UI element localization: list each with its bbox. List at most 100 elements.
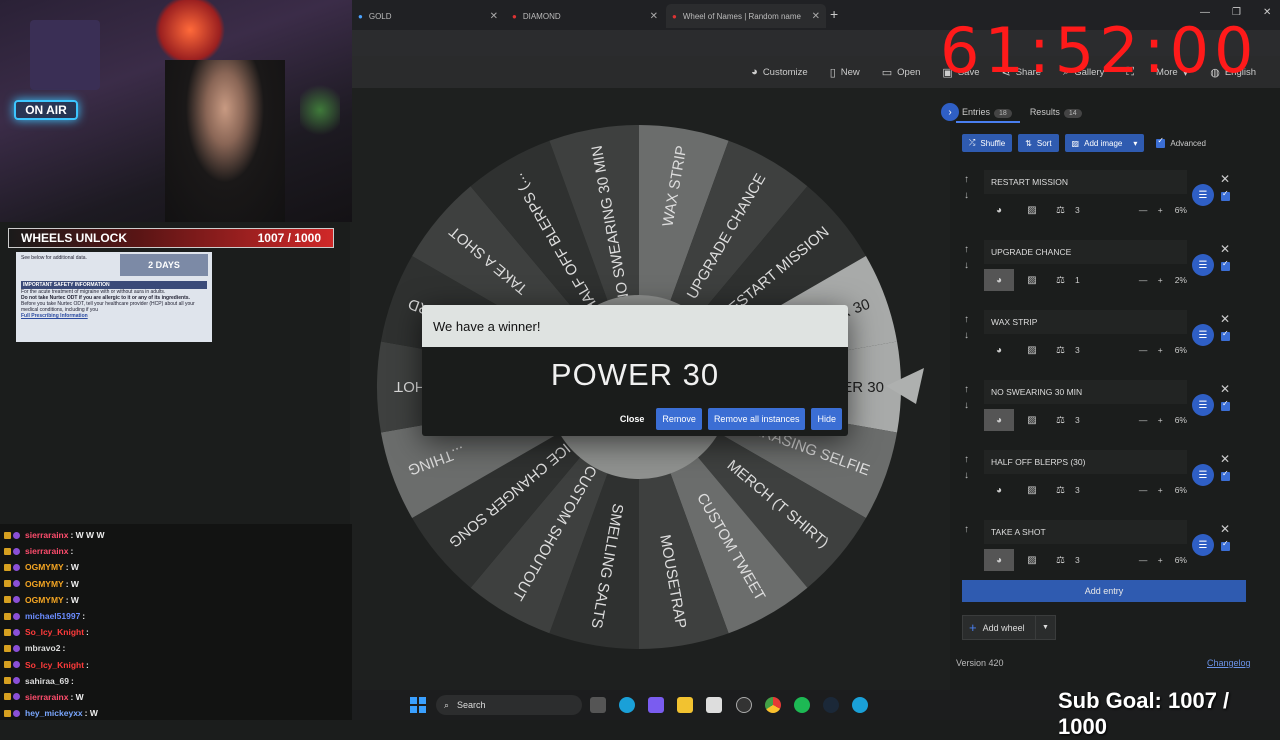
entry-weight[interactable]: 3 xyxy=(1075,485,1080,495)
entry-enabled-checkbox[interactable] xyxy=(1221,469,1230,481)
image-icon[interactable]: ▨ xyxy=(1022,205,1042,216)
changelog-link[interactable]: Changelog xyxy=(1207,658,1251,668)
close-icon[interactable]: ✕ xyxy=(1220,382,1230,396)
close-icon[interactable]: ✕ xyxy=(1220,522,1230,536)
browser-tab-diamond[interactable]: ● DIAMOND ✕ xyxy=(506,4,664,28)
palette-icon[interactable]: ◕ xyxy=(984,269,1014,291)
reorder-arrows-icon[interactable]: ↑ ↓ xyxy=(964,452,969,484)
new-tab-icon[interactable]: + xyxy=(830,6,838,22)
entry-settings-icon[interactable]: ☰ xyxy=(1192,394,1214,416)
entry-enabled-checkbox[interactable] xyxy=(1221,539,1230,551)
advanced-checkbox[interactable] xyxy=(1156,136,1166,148)
entry-weight[interactable]: 3 xyxy=(1075,415,1080,425)
chat-username[interactable]: OGMYMY xyxy=(25,562,64,572)
weight-stepper[interactable]: — + xyxy=(1139,205,1167,215)
entry-settings-icon[interactable]: ☰ xyxy=(1192,184,1214,206)
image-icon[interactable]: ▨ xyxy=(1022,275,1042,286)
reorder-arrows-icon[interactable]: ↑ ↓ xyxy=(964,172,969,204)
remove-all-button[interactable]: Remove all instances xyxy=(707,408,806,430)
chat-username[interactable]: So_Icy_Knight xyxy=(25,660,84,670)
entry-enabled-checkbox[interactable] xyxy=(1221,189,1230,201)
palette-icon[interactable]: ◕ xyxy=(984,479,1014,501)
file-explorer-icon[interactable] xyxy=(677,697,693,713)
palette-icon[interactable]: ◕ xyxy=(984,199,1014,221)
chat-username[interactable]: So_Icy_Knight xyxy=(25,627,84,637)
entry-name-input[interactable]: WAX STRIP xyxy=(984,310,1187,334)
entry-settings-icon[interactable]: ☰ xyxy=(1192,324,1214,346)
chat-username[interactable]: sierrarainx xyxy=(25,546,68,556)
palette-icon[interactable]: ◕ xyxy=(984,549,1014,571)
entry-weight[interactable]: 3 xyxy=(1075,345,1080,355)
entry-weight[interactable]: 1 xyxy=(1075,275,1080,285)
copilot-icon[interactable] xyxy=(648,697,664,713)
reorder-arrows-icon[interactable]: ↑ ↓ xyxy=(964,242,969,274)
close-icon[interactable]: ✕ xyxy=(650,11,658,22)
chat-username[interactable]: mbravo2 xyxy=(25,643,60,653)
entry-name-input[interactable]: RESTART MISSION xyxy=(984,170,1187,194)
ad-link[interactable]: Full Prescribing Information xyxy=(21,313,207,319)
weight-stepper[interactable]: — + xyxy=(1139,275,1167,285)
windows-start-icon[interactable] xyxy=(410,697,426,713)
chat-username[interactable]: OGMYMY xyxy=(25,579,64,589)
hide-button[interactable]: Hide xyxy=(811,408,842,430)
chat-username[interactable]: sierrarainx xyxy=(25,530,68,540)
close-window-icon[interactable]: ✕ xyxy=(1263,7,1271,18)
weight-stepper[interactable]: — + xyxy=(1139,345,1167,355)
entry-name-input[interactable]: UPGRADE CHANCE xyxy=(984,240,1187,264)
entry-weight[interactable]: 3 xyxy=(1075,555,1080,565)
sort-button[interactable]: ⇅ Sort xyxy=(1018,134,1059,152)
chat-username[interactable]: hey_mickeyxx xyxy=(25,708,83,718)
weight-stepper[interactable]: — + xyxy=(1139,415,1167,425)
store-icon[interactable] xyxy=(706,697,722,713)
tab-results[interactable]: Results 14 xyxy=(1030,107,1082,118)
advanced-toggle[interactable]: Advanced xyxy=(1156,136,1206,148)
entry-name-input[interactable]: HALF OFF BLERPS (30) xyxy=(984,450,1187,474)
steam-icon[interactable] xyxy=(823,697,839,713)
close-icon[interactable]: ✕ xyxy=(1220,312,1230,326)
image-icon[interactable]: ▨ xyxy=(1022,345,1042,356)
browser-tab-wheel-of-names[interactable]: ● Wheel of Names | Random name ✕ xyxy=(666,4,826,28)
add-entry-button[interactable]: Add entry xyxy=(962,580,1246,602)
task-view-icon[interactable] xyxy=(590,697,606,713)
entry-settings-icon[interactable]: ☰ xyxy=(1192,464,1214,486)
palette-icon[interactable]: ◕ xyxy=(984,409,1014,431)
add-image-button[interactable]: ▨ Add image ▾ xyxy=(1064,134,1145,152)
chat-username[interactable]: sierrarainx xyxy=(25,692,68,702)
entry-enabled-checkbox[interactable] xyxy=(1221,399,1230,411)
taskbar-search[interactable]: ⌕ Search xyxy=(436,695,582,715)
chevron-down-icon[interactable]: ▼ xyxy=(1035,616,1055,639)
entry-weight[interactable]: 3 xyxy=(1075,205,1080,215)
close-icon[interactable]: ✕ xyxy=(1220,452,1230,466)
xbox-icon[interactable] xyxy=(736,697,752,713)
reorder-arrows-icon[interactable]: ↑ ↓ xyxy=(964,382,969,414)
customize-button[interactable]: ◕ Customize xyxy=(751,66,808,78)
weight-stepper[interactable]: — + xyxy=(1139,555,1167,565)
reorder-arrows-icon[interactable]: ↑ ↓ xyxy=(964,312,969,344)
weight-stepper[interactable]: — + xyxy=(1139,485,1167,495)
spotify-icon[interactable] xyxy=(794,697,810,713)
close-icon[interactable]: ✕ xyxy=(812,11,820,22)
close-icon[interactable]: ✕ xyxy=(490,11,498,22)
open-button[interactable]: ▭ Open xyxy=(882,66,921,79)
close-icon[interactable]: ✕ xyxy=(1220,172,1230,186)
chat-username[interactable]: OGMYMY xyxy=(25,595,64,605)
entry-name-input[interactable]: NO SWEARING 30 MIN xyxy=(984,380,1187,404)
tab-entries[interactable]: Entries 18 xyxy=(962,107,1012,118)
entry-name-input[interactable]: TAKE A SHOT xyxy=(984,520,1187,544)
close-button[interactable]: Close xyxy=(614,408,651,430)
shuffle-button[interactable]: ⤮ Shuffle xyxy=(962,134,1013,152)
browser-tab-gold[interactable]: ● GOLD ✕ xyxy=(352,4,504,28)
edge-active-icon[interactable] xyxy=(852,697,868,713)
entry-settings-icon[interactable]: ☰ xyxy=(1192,534,1214,556)
edge-icon[interactable] xyxy=(619,697,635,713)
chat-username[interactable]: michael51997 xyxy=(25,611,80,621)
add-wheel-button[interactable]: + Add wheel ▼ xyxy=(962,615,1056,640)
chat-username[interactable]: sahiraa_69 xyxy=(25,676,69,686)
close-icon[interactable]: ✕ xyxy=(1220,242,1230,256)
image-icon[interactable]: ▨ xyxy=(1022,415,1042,426)
reorder-arrows-icon[interactable]: ↑ xyxy=(964,522,969,538)
entry-enabled-checkbox[interactable] xyxy=(1221,259,1230,271)
palette-icon[interactable]: ◕ xyxy=(984,339,1014,361)
new-button[interactable]: ▯ New xyxy=(830,66,860,79)
chrome-icon[interactable] xyxy=(765,697,781,713)
